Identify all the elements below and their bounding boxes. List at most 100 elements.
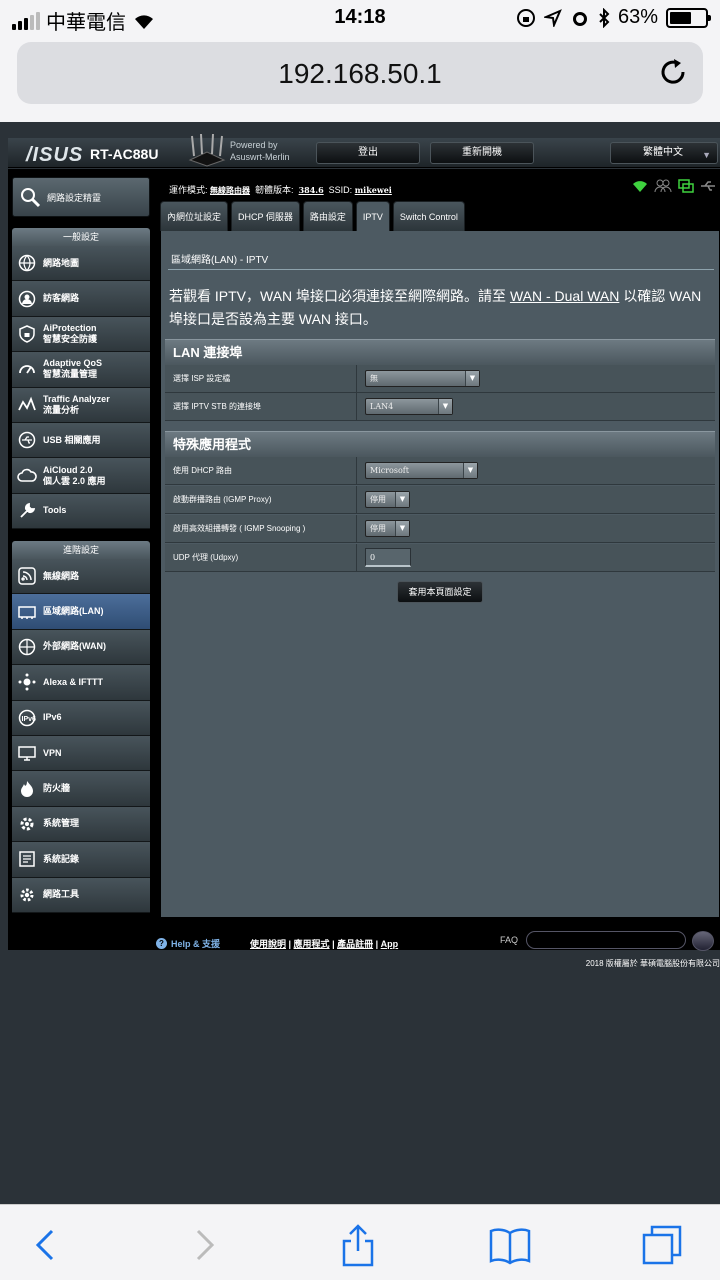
shield-lock-icon (17, 324, 37, 344)
sidebar-item-label: 區域網路(LAN) (43, 606, 104, 617)
help-support-link[interactable]: ? Help & 支援 (156, 937, 220, 950)
sidebar-item-label: Alexa & IFTTT (43, 676, 104, 687)
tab-route[interactable]: 路由設定 (302, 201, 353, 231)
lan-port-header: LAN 連接埠 (165, 339, 715, 365)
status-icons (632, 179, 716, 193)
operation-mode-link[interactable]: 無線路由器 (210, 185, 250, 195)
app-link[interactable]: App (381, 939, 399, 949)
logout-button[interactable]: 登出 (316, 142, 420, 164)
tabs-icon[interactable] (640, 1223, 684, 1267)
traffic-graph-icon (17, 395, 37, 415)
sidebar-item-label: USB 相關應用 (43, 434, 101, 445)
sidebar-item-firewall[interactable]: 防火牆 (12, 771, 150, 807)
stb-port-select[interactable]: LAN4 ▼ (365, 398, 453, 415)
search-icon[interactable] (692, 931, 714, 951)
sidebar-item-globe-map[interactable]: 網路地圖 (12, 246, 150, 282)
sidebar-item-admin-gear[interactable]: 系統管理 (12, 806, 150, 843)
sidebar-item-network-tools[interactable]: 網路工具 (12, 877, 150, 913)
sidebar-item-vpn[interactable]: VPN (12, 735, 150, 772)
dhcp-route-label: 使用 DHCP 路由 (165, 457, 357, 485)
sidebar-item-label: Adaptive QoS 智慧流量管理 (43, 358, 103, 380)
rotation-lock-icon (516, 8, 535, 27)
faq-search-input[interactable] (526, 931, 686, 949)
igmp-snooping-select[interactable]: 停用 ▼ (365, 520, 410, 537)
status-icons-right: 63% (516, 6, 711, 29)
quick-setup-button[interactable]: 網路設定精靈 (12, 177, 150, 217)
network-status-icon[interactable] (678, 179, 694, 193)
system-log-icon (17, 849, 37, 869)
url-text[interactable]: 192.168.50.1 (17, 58, 703, 90)
sidebar-item-ipv6[interactable]: IPv6 IPv6 (12, 700, 150, 736)
utility-link[interactable]: 應用程式 (294, 939, 330, 949)
clients-icon[interactable] (654, 179, 672, 193)
tab-lan-ip[interactable]: 內網位址設定 (160, 201, 229, 231)
sidebar-item-alexa-ifttt[interactable]: Alexa & IFTTT (12, 665, 150, 701)
alexa-ifttt-icon (17, 672, 37, 692)
forward-icon[interactable] (182, 1223, 226, 1267)
sidebar-item-label: 系統管理 (43, 818, 80, 829)
sidebar-item-system-log[interactable]: 系統記錄 (12, 842, 150, 878)
udpxy-input[interactable]: 0 (365, 548, 411, 567)
udpxy-row: UDP 代理 (Udpxy) 0 (165, 544, 715, 572)
advanced-menu: 無線網路 區域網路(LAN) 外部網路(WAN) Alexa & IFTTT IPv6 I… (12, 559, 150, 913)
reboot-button[interactable]: 重新開機 (430, 142, 534, 164)
tab-iptv[interactable]: IPTV (355, 201, 390, 231)
sidebar-item-cloud[interactable]: AiCloud 2.0 個人雲 2.0 應用 (12, 458, 150, 494)
sidebar-item-lan[interactable]: 區域網路(LAN) (12, 594, 150, 630)
chevron-down-icon: ▼ (395, 492, 409, 507)
back-icon[interactable] (24, 1223, 68, 1267)
svg-text:IPv6: IPv6 (22, 716, 37, 723)
faq-label: FAQ (500, 935, 519, 945)
sidebar-item-speedometer[interactable]: Adaptive QoS 智慧流量管理 (12, 352, 150, 388)
router-model: RT-AC88U (90, 146, 159, 162)
wifi-status-icon[interactable] (632, 179, 648, 193)
tab-dhcp-server[interactable]: DHCP 伺服器 (231, 201, 300, 231)
speedometer-icon (17, 359, 37, 379)
sidebar-item-wireless[interactable]: 無線網路 (12, 559, 150, 595)
igmp-snooping-label: 啟用高效組播轉發 ( IGMP Snooping ) (165, 515, 357, 543)
dhcp-route-select[interactable]: Microsoft ▼ (365, 462, 478, 479)
isp-profile-label: 選擇 ISP 設定檔 (165, 365, 357, 393)
iptv-panel: 區域網路(LAN) - IPTV 若觀看 IPTV，WAN 埠接口必須連接至網際… (161, 231, 719, 917)
status-bar: 中華電信 14:18 63% (0, 0, 720, 40)
sidebar-item-usb[interactable]: USB 相關應用 (12, 422, 150, 459)
router-footer: ? Help & 支援 使用說明 | 應用程式 | 產品註冊 | App FAQ (8, 931, 720, 951)
reload-icon[interactable] (657, 56, 689, 88)
sidebar-item-label: 外部網路(WAN) (43, 641, 106, 652)
cloud-icon (17, 466, 37, 486)
bluetooth-icon (599, 7, 610, 28)
share-icon[interactable] (336, 1223, 380, 1267)
usb-status-icon[interactable] (700, 179, 716, 193)
sidebar-item-wrench[interactable]: Tools (12, 493, 150, 530)
tab-switch-control[interactable]: Switch Control (392, 201, 465, 231)
ssid-link[interactable]: mikewei (355, 185, 392, 195)
chevron-down-icon: ▼ (465, 371, 479, 386)
sidebar-item-guest-network[interactable]: 訪客網路 (12, 281, 150, 317)
sidebar-item-label: IPv6 (43, 712, 62, 723)
dual-wan-link[interactable]: WAN - Dual WAN (510, 288, 619, 304)
igmp-proxy-select[interactable]: 停用 ▼ (365, 491, 410, 508)
manual-link[interactable]: 使用說明 (250, 939, 286, 949)
language-select[interactable]: 繁體中文 ▼ (610, 142, 718, 164)
registration-link[interactable]: 產品註冊 (337, 939, 373, 949)
sidebar-item-wan-globe[interactable]: 外部網路(WAN) (12, 629, 150, 666)
setup-wizard-icon (21, 188, 41, 208)
copyright: 2018 版權屬於 華碩電腦股份有限公司 (585, 959, 720, 968)
asus-logo: /ISUS (26, 144, 84, 166)
location-arrow-icon (543, 8, 562, 27)
browser-address-area: 192.168.50.1 (0, 40, 720, 122)
sidebar-item-label: Traffic Analyzer 流量分析 (43, 393, 110, 415)
address-bar[interactable]: 192.168.50.1 (17, 42, 703, 104)
chevron-down-icon: ▼ (463, 463, 477, 478)
title-divider (168, 269, 714, 270)
apply-button[interactable]: 套用本頁面設定 (397, 581, 483, 603)
sidebar-item-label: Tools (43, 505, 67, 516)
sidebar-item-shield-lock[interactable]: AiProtection 智慧安全防護 (12, 316, 150, 353)
sidebar-item-traffic-graph[interactable]: Traffic Analyzer 流量分析 (12, 387, 150, 423)
firmware-version-link[interactable]: 384.6 (299, 185, 324, 195)
globe-map-icon (17, 253, 37, 273)
admin-gear-icon (17, 814, 37, 834)
bookmarks-icon[interactable] (488, 1223, 532, 1267)
isp-profile-select[interactable]: 無 ▼ (365, 370, 480, 387)
udpxy-label: UDP 代理 (Udpxy) (165, 544, 357, 572)
